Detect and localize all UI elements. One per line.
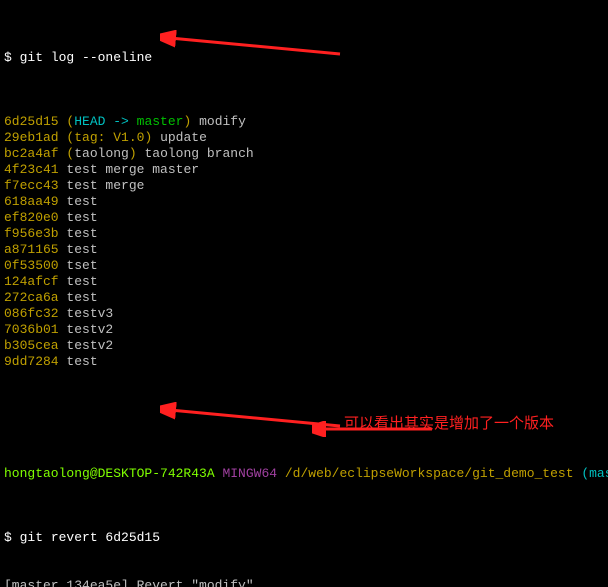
commit-hash: bc2a4af bbox=[4, 146, 59, 161]
terminal[interactable]: $ git log --oneline 6d25d15 (HEAD -> mas… bbox=[0, 0, 608, 587]
annotation-text: 可以看出其实是增加了一个版本 bbox=[344, 416, 554, 432]
commit-msg: test bbox=[66, 194, 97, 209]
commit-msg: testv2 bbox=[66, 322, 113, 337]
commit-hash: 086fc32 bbox=[4, 306, 59, 321]
log-line: 086fc32 testv3 bbox=[4, 306, 604, 322]
commit-msg: test bbox=[66, 274, 97, 289]
commit-hash: b305cea bbox=[4, 338, 59, 353]
log-line: 29eb1ad (tag: V1.0) update bbox=[4, 130, 604, 146]
commit-msg: test bbox=[66, 226, 97, 241]
ps1-user: hongtaolong@DESKTOP-742R43A bbox=[4, 466, 222, 481]
commit-hash: f956e3b bbox=[4, 226, 59, 241]
commit-msg: tset bbox=[66, 258, 97, 273]
commit-hash: f7ecc43 bbox=[4, 178, 59, 193]
commit-msg: modify bbox=[199, 114, 246, 129]
log-line: 9dd7284 test bbox=[4, 354, 604, 370]
commit-hash: 0f53500 bbox=[4, 258, 59, 273]
output-line: [master 134ea5e] Revert "modify" bbox=[4, 578, 604, 587]
commit-hash: 618aa49 bbox=[4, 194, 59, 209]
commit-hash: 124afcf bbox=[4, 274, 59, 289]
log-line: a871165 test bbox=[4, 242, 604, 258]
command-text: git revert 6d25d15 bbox=[20, 530, 160, 545]
commit-hash: 9dd7284 bbox=[4, 354, 59, 369]
ps1-branch: master bbox=[589, 466, 608, 481]
ps1-path: /d/web/eclipseWorkspace/git_demo_test bbox=[285, 466, 581, 481]
log-line: b305cea testv2 bbox=[4, 338, 604, 354]
commit-msg: test bbox=[66, 354, 97, 369]
commit-msg: taolong branch bbox=[144, 146, 253, 161]
commit-hash: 7036b01 bbox=[4, 322, 59, 337]
commit-hash: 29eb1ad bbox=[4, 130, 59, 145]
commit-msg: test bbox=[66, 210, 97, 225]
commit-msg: test bbox=[66, 290, 97, 305]
arrow-annotation bbox=[160, 370, 350, 466]
commit-msg: testv2 bbox=[66, 338, 113, 353]
log-line: ef820e0 test bbox=[4, 210, 604, 226]
commit-msg: test merge master bbox=[66, 162, 199, 177]
command-line: $ git revert 6d25d15 bbox=[4, 530, 604, 546]
command-line: $ git log --oneline bbox=[4, 50, 604, 66]
log-line: 6d25d15 (HEAD -> master) modify bbox=[4, 114, 604, 130]
ps1-host: MINGW64 bbox=[222, 466, 284, 481]
prompt: $ bbox=[4, 530, 20, 545]
commit-hash: ef820e0 bbox=[4, 210, 59, 225]
git-log-output: 6d25d15 (HEAD -> master) modify29eb1ad (… bbox=[4, 114, 604, 370]
commit-msg: update bbox=[160, 130, 207, 145]
log-line: f956e3b test bbox=[4, 226, 604, 242]
commit-hash: 6d25d15 bbox=[4, 114, 59, 129]
log-line: 124afcf test bbox=[4, 274, 604, 290]
command-text: git log --oneline bbox=[20, 50, 153, 65]
log-line: 0f53500 tset bbox=[4, 258, 604, 274]
commit-hash: 4f23c41 bbox=[4, 162, 59, 177]
ps1-branch-open: ( bbox=[581, 466, 589, 481]
log-line: 7036b01 testv2 bbox=[4, 322, 604, 338]
arrow-annotation bbox=[160, 0, 350, 94]
prompt-line: hongtaolong@DESKTOP-742R43A MINGW64 /d/w… bbox=[4, 466, 604, 482]
log-line: 272ca6a test bbox=[4, 290, 604, 306]
commit-hash: a871165 bbox=[4, 242, 59, 257]
log-line: bc2a4af (taolong) taolong branch bbox=[4, 146, 604, 162]
prompt: $ bbox=[4, 50, 20, 65]
commit-msg: testv3 bbox=[66, 306, 113, 321]
log-line: 4f23c41 test merge master bbox=[4, 162, 604, 178]
commit-hash: 272ca6a bbox=[4, 290, 59, 305]
log-line: f7ecc43 test merge bbox=[4, 178, 604, 194]
log-line: 618aa49 test bbox=[4, 194, 604, 210]
commit-msg: test bbox=[66, 242, 97, 257]
commit-msg: test merge bbox=[66, 178, 144, 193]
